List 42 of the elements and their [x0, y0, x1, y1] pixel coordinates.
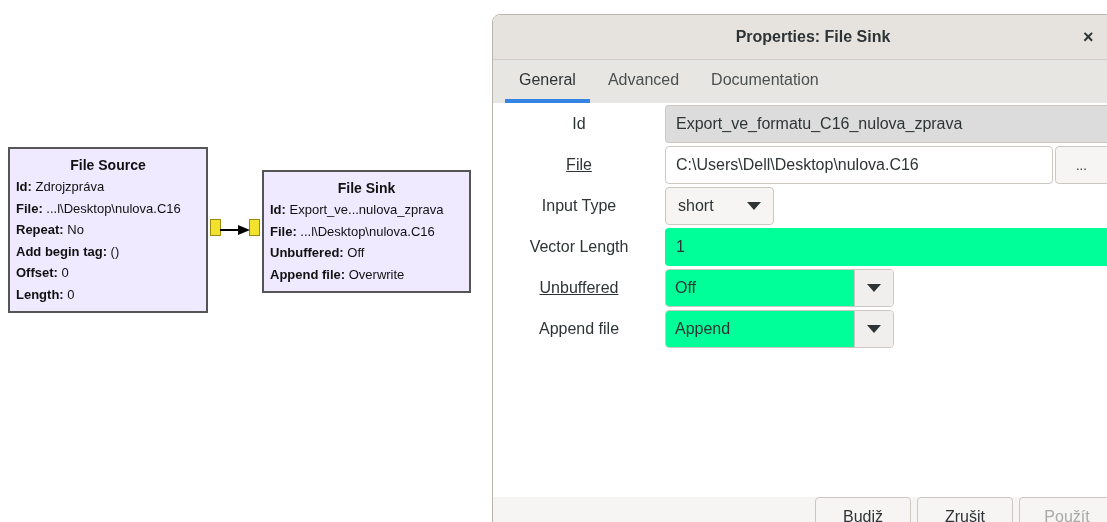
field-label: Input Type	[541, 197, 617, 215]
block-parameter: File: ...l\Desktop\nulova.C16	[16, 199, 182, 218]
caret-icon	[867, 284, 881, 292]
combo-value: Append	[666, 311, 854, 347]
block-parameter: Length: 0	[16, 285, 76, 304]
tab[interactable]: Documentation	[697, 60, 833, 103]
field-label: File	[566, 156, 592, 174]
block-parameter: Id: Zdrojzpráva	[16, 178, 106, 196]
file-path-field[interactable]: C:\Users\Dell\Desktop\nulova.C16	[665, 146, 1053, 184]
caret-icon	[867, 325, 881, 333]
block-parameter: Add begin tag: ()	[16, 242, 121, 261]
tab[interactable]: Advanced	[593, 60, 694, 103]
combo-value: Off	[666, 270, 854, 306]
window-title: Properties: File Sink	[735, 28, 891, 46]
input-port[interactable]	[249, 219, 260, 236]
block-parameter: Repeat: No	[16, 221, 85, 239]
caret-icon	[747, 202, 761, 210]
dialog-button[interactable]: Zrušit	[917, 497, 1013, 522]
output-port[interactable]	[210, 219, 221, 236]
block-parameter: Append file: Overwrite	[270, 265, 406, 284]
combo-box[interactable]: Off	[665, 269, 894, 307]
dialog-button[interactable]: Budiž	[815, 497, 911, 522]
dropdown-button[interactable]: short	[665, 187, 774, 225]
flowgraph-block[interactable]: File Source Id: Zdrojzpráva File: ...l\Desktop\nulova.C16 Repeat: No Add begin tag: () Offset: 0 Length: 0	[8, 147, 208, 313]
field-label: Unbuffered	[539, 279, 619, 297]
browse-button[interactable]: ...	[1055, 146, 1107, 184]
tab[interactable]: General	[505, 60, 590, 103]
text-field[interactable]: Export_ve_formatu_C16_nulova_zprava	[665, 105, 1107, 143]
field-label: Vector Length	[529, 238, 629, 256]
connection-arrow	[220, 224, 250, 236]
block-title: File Sink	[336, 180, 397, 196]
text-field[interactable]: 1	[665, 228, 1107, 266]
close-button[interactable]: ×	[1083, 27, 1094, 48]
combo-box[interactable]: Append	[665, 310, 894, 348]
block-title: File Source	[69, 157, 147, 173]
field-label: Append file	[538, 320, 620, 338]
block-parameter: Unbuffered: Off	[270, 244, 366, 262]
field-label: Id	[572, 115, 586, 133]
block-parameter: File: ...l\Desktop\nulova.C16	[270, 222, 436, 241]
block-parameter: Offset: 0	[16, 264, 70, 282]
flowgraph-block[interactable]: File Sink Id: Export_ve...nulova_zprava File: ...l\Desktop\nulova.C16 Unbuffered: Off Append file: Overwrite	[262, 170, 471, 293]
block-parameter: Id: Export_ve...nulova_zprava	[270, 201, 445, 219]
